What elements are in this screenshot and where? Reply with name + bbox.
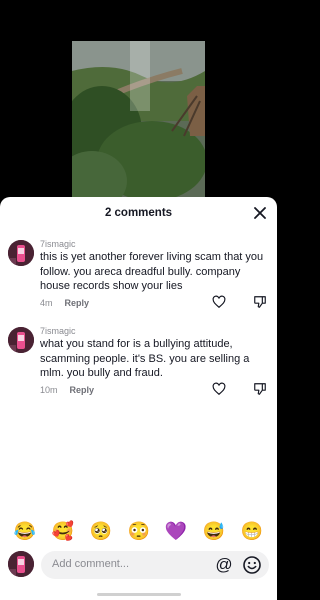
dislike-button[interactable]	[253, 295, 267, 309]
comment-input[interactable]: Add comment... @	[41, 551, 269, 579]
sheet-header: 2 comments	[0, 197, 277, 231]
home-indicator	[97, 593, 181, 596]
emoji-joy-button[interactable]: 😂	[13, 519, 37, 543]
emoji-flushed-button[interactable]: 😳	[127, 519, 151, 543]
video-thumbnail[interactable]	[72, 41, 205, 201]
comment-input-placeholder: Add comment...	[52, 558, 130, 570]
avatar[interactable]	[8, 327, 34, 353]
avatar[interactable]	[8, 240, 34, 266]
comment-time: 10m	[40, 385, 58, 395]
like-button[interactable]	[212, 295, 226, 309]
comment-time: 4m	[40, 298, 53, 308]
heart-icon	[212, 295, 226, 309]
comment-item: 7ismagic what you stand for is a bullyin…	[0, 326, 277, 398]
comment-text: this is yet another forever living scam …	[40, 251, 264, 292]
emoji-quick-bar: 😂 🥰 🥺 😳 💜 😅 😁	[0, 519, 277, 543]
comment-meta: 4m Reply	[40, 298, 89, 308]
close-button[interactable]	[251, 204, 269, 222]
emoji-sweat-smile-button[interactable]: 😅	[202, 519, 226, 543]
comment-item: 7ismagic this is yet another forever liv…	[0, 239, 277, 311]
emoji-hearts-button[interactable]: 🥰	[51, 519, 75, 543]
comment-text: what you stand for is a bullying attitud…	[40, 338, 250, 379]
emoji-purple-heart-button[interactable]: 💜	[164, 519, 188, 543]
reply-button[interactable]: Reply	[65, 298, 90, 308]
comment-username[interactable]: 7ismagic	[40, 239, 76, 249]
comment-meta: 10m Reply	[40, 385, 94, 395]
comment-username[interactable]: 7ismagic	[40, 326, 76, 336]
like-button[interactable]	[212, 382, 226, 396]
thumbs-down-icon	[254, 296, 266, 308]
mention-button[interactable]: @	[214, 555, 234, 575]
comments-count-title: 2 comments	[104, 207, 173, 219]
video-player[interactable]	[0, 0, 277, 201]
emoji-picker-button[interactable]	[242, 555, 262, 575]
dislike-button[interactable]	[253, 382, 267, 396]
heart-icon	[212, 382, 226, 396]
comment-composer: Add comment... @	[0, 549, 277, 583]
emoji-pleading-button[interactable]: 🥺	[89, 519, 113, 543]
comments-sheet: 2 comments 7ismagic this is yet another …	[0, 197, 277, 600]
smiley-icon	[243, 556, 261, 574]
my-avatar	[8, 551, 34, 577]
close-icon	[254, 207, 266, 219]
reply-button[interactable]: Reply	[70, 385, 95, 395]
emoji-grin-button[interactable]: 😁	[240, 519, 264, 543]
thumbs-down-icon	[254, 383, 266, 395]
